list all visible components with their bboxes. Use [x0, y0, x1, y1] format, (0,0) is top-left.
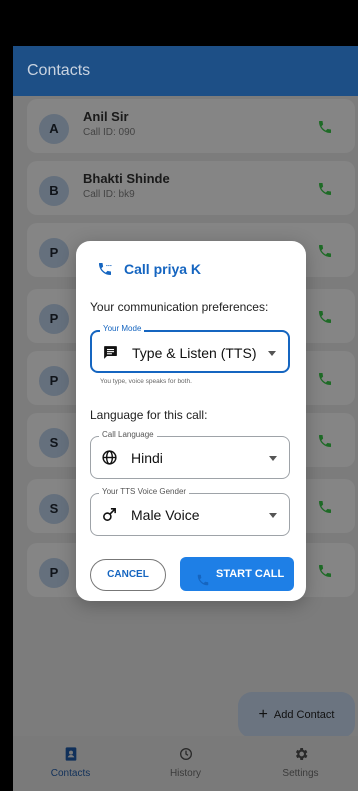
nav-label: Settings — [282, 768, 319, 779]
avatar: S — [39, 428, 69, 458]
nav-settings[interactable]: Settings — [243, 736, 358, 791]
phone-icon[interactable] — [317, 563, 333, 579]
add-contact-button[interactable]: + Add Contact — [238, 692, 355, 738]
phone-icon[interactable] — [317, 433, 333, 449]
message-icon — [102, 344, 119, 361]
phone-icon[interactable] — [317, 119, 333, 135]
chevron-down-icon — [268, 351, 276, 356]
chevron-down-icon — [269, 456, 277, 461]
add-contact-label: Add Contact — [273, 709, 335, 721]
bottom-nav: Contacts History Settings — [13, 736, 358, 791]
contact-call-id: Call ID: bk9 — [83, 189, 135, 200]
contact-name: Anil Sir — [83, 109, 129, 124]
phone-icon[interactable] — [317, 309, 333, 325]
mode-select[interactable]: Your Mode Type & Listen (TTS) — [90, 324, 290, 373]
mode-value: Type & Listen (TTS) — [132, 345, 257, 361]
phone-icon[interactable] — [317, 243, 333, 259]
history-icon — [178, 746, 194, 762]
avatar: P — [39, 558, 69, 588]
nav-contacts[interactable]: Contacts — [13, 736, 128, 791]
phone-call-icon — [96, 261, 114, 277]
phone-icon[interactable] — [317, 371, 333, 387]
language-legend: Call Language — [99, 430, 157, 439]
page-title: Contacts — [27, 62, 91, 79]
contact-card[interactable]: B Bhakti Shinde Call ID: bk9 — [27, 161, 355, 215]
mode-legend: Your Mode — [100, 324, 145, 333]
status-bar — [13, 0, 358, 46]
voice-gender-select[interactable]: Your TTS Voice Gender Male Voice — [90, 487, 290, 536]
app-bar: Contacts — [13, 46, 358, 96]
call-dialog: Call priya K Your communication preferen… — [76, 241, 306, 601]
gear-icon — [293, 746, 309, 762]
avatar: S — [39, 494, 69, 524]
male-icon — [101, 506, 118, 523]
chevron-down-icon — [269, 513, 277, 518]
avatar: B — [39, 176, 69, 206]
avatar: A — [39, 114, 69, 144]
avatar: P — [39, 366, 69, 396]
contact-name: Bhakti Shinde — [83, 171, 170, 186]
contact-call-id: Call ID: 090 — [83, 127, 136, 138]
preferences-label: Your communication preferences: — [90, 300, 269, 314]
avatar: P — [39, 238, 69, 268]
dialog-title-text: Call priya K — [124, 261, 202, 277]
phone-icon[interactable] — [317, 181, 333, 197]
mode-helper-text: You type, voice speaks for both. — [100, 378, 192, 385]
nav-history[interactable]: History — [128, 736, 243, 791]
phone-icon[interactable] — [317, 499, 333, 515]
nav-label: Contacts — [50, 768, 91, 779]
language-select[interactable]: Call Language Hindi — [90, 430, 290, 479]
language-section-label: Language for this call: — [90, 408, 208, 422]
globe-icon — [101, 449, 118, 466]
avatar: P — [39, 304, 69, 334]
start-call-label: START CALL — [216, 568, 285, 580]
voice-gender-value: Male Voice — [131, 507, 200, 523]
nav-label: History — [169, 768, 202, 779]
cancel-button[interactable]: CANCEL — [90, 559, 166, 591]
plus-icon: + — [258, 706, 268, 723]
contacts-icon — [63, 746, 79, 762]
voice-gender-legend: Your TTS Voice Gender — [99, 487, 190, 496]
contact-card[interactable]: A Anil Sir Call ID: 090 — [27, 99, 355, 153]
language-value: Hindi — [131, 450, 163, 466]
phone-icon — [196, 567, 210, 586]
start-call-button[interactable]: START CALL — [180, 557, 294, 591]
